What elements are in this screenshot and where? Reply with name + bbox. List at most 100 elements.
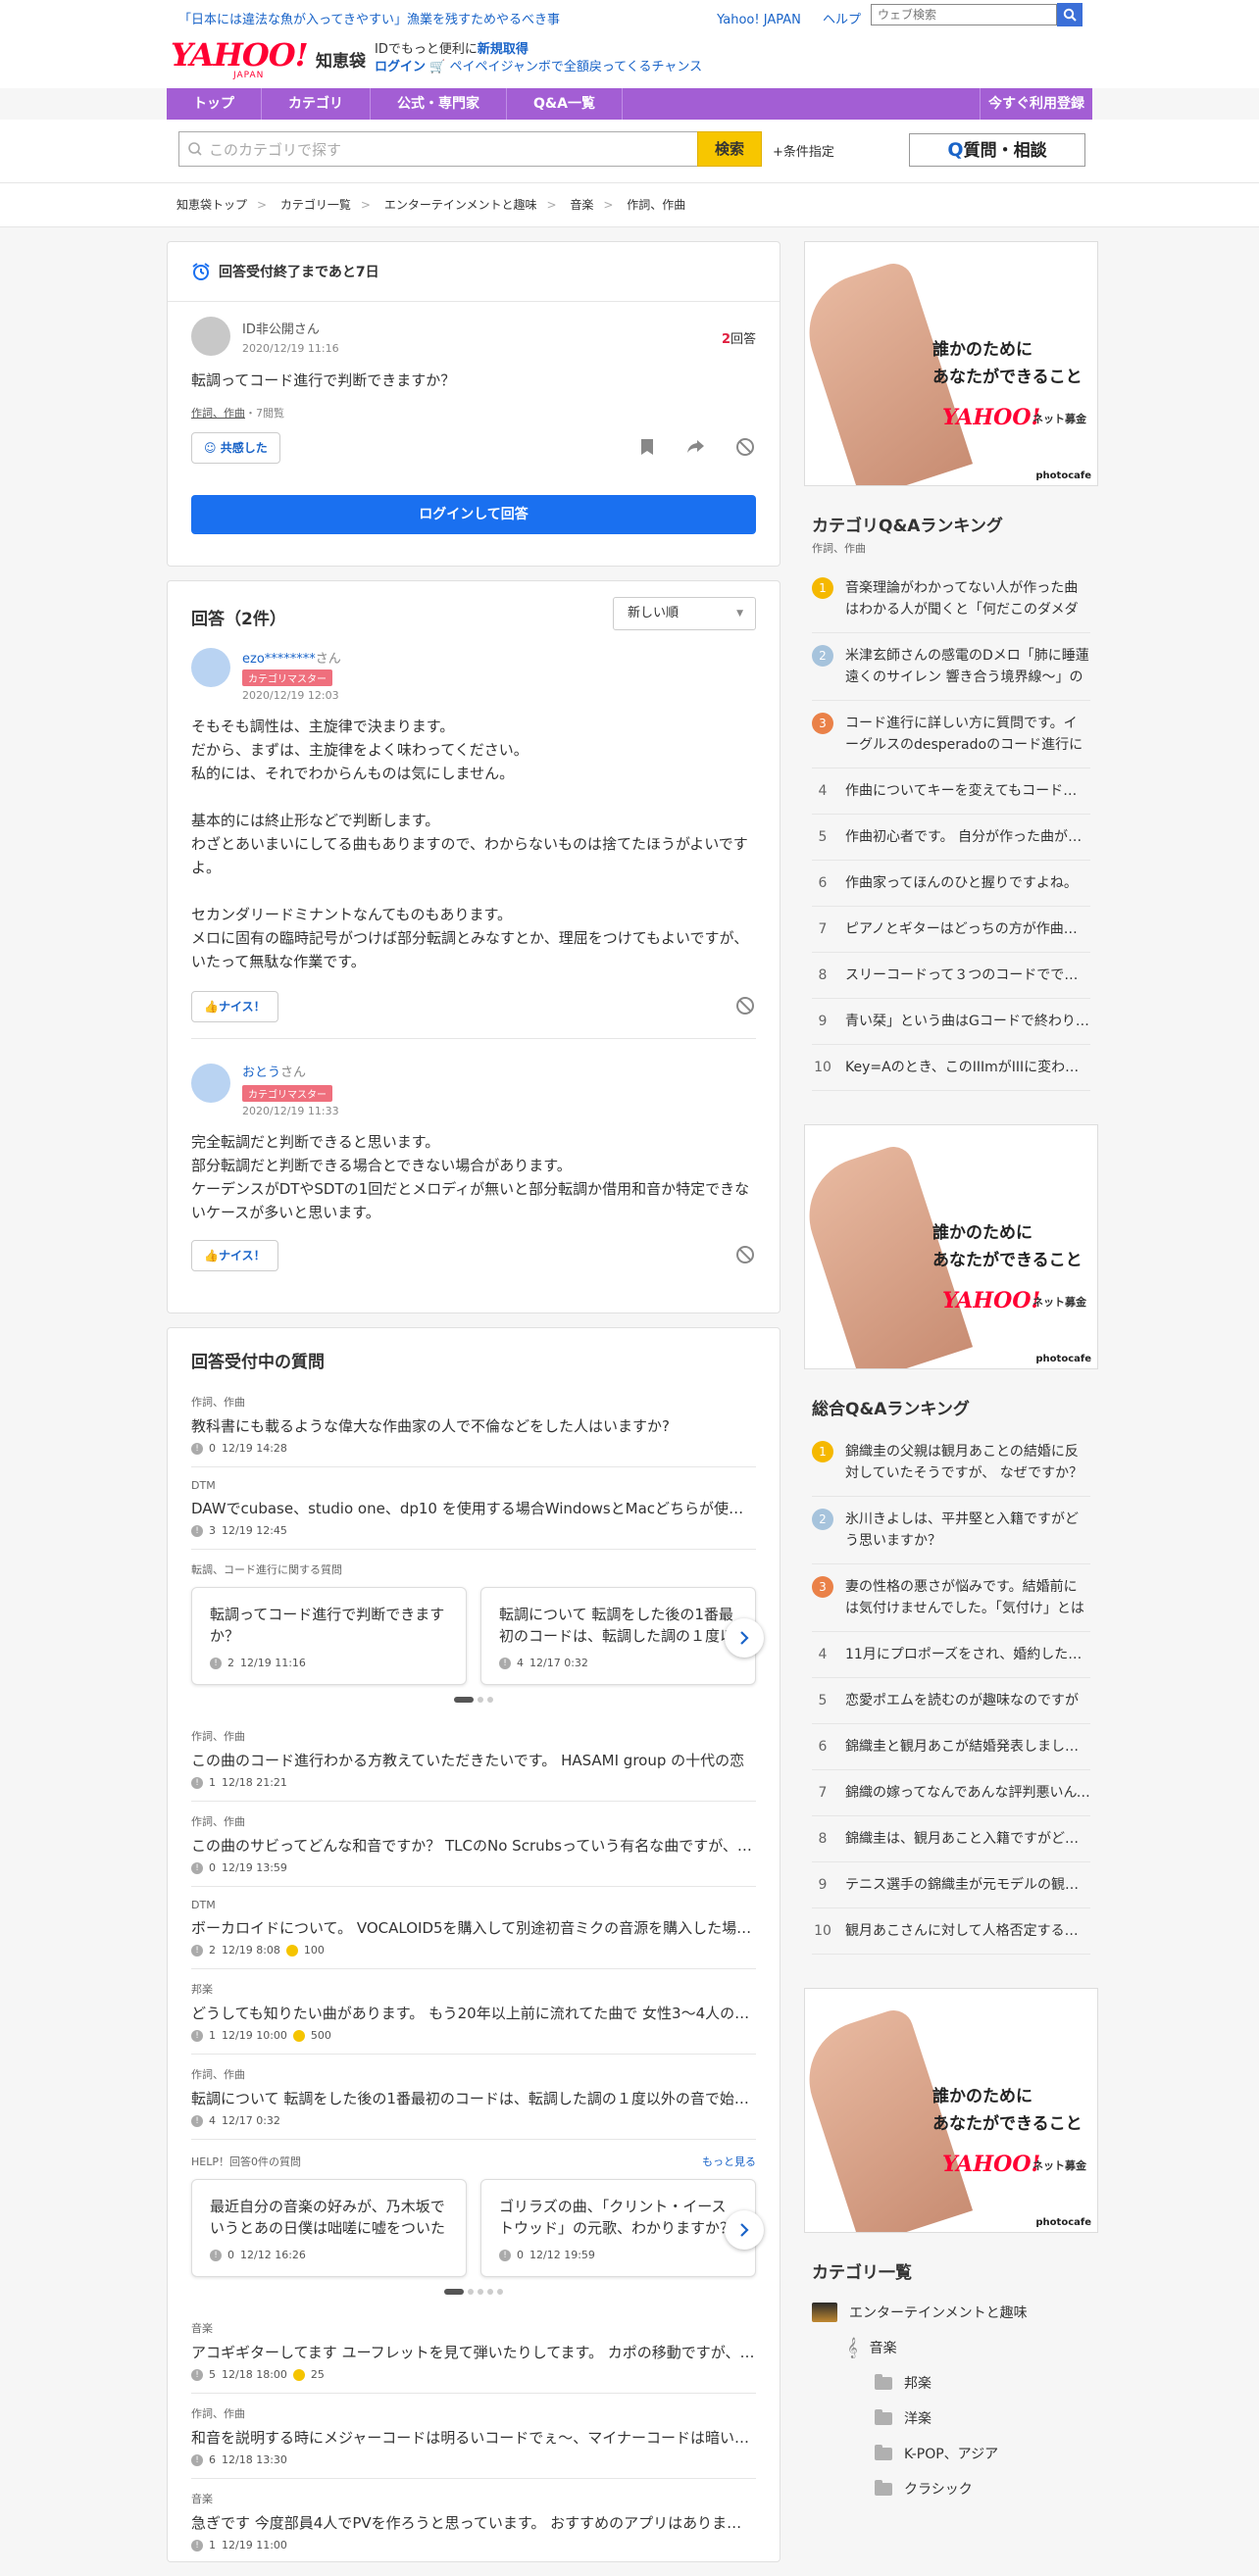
- ranking-item[interactable]: 6 錦織圭と観月あこが結婚発表しましたね: [812, 1724, 1090, 1770]
- signup-link[interactable]: 新規取得: [478, 42, 529, 57]
- ranking-item[interactable]: 10 Key=Aのとき、このIIImがIIIに変わる理由: [812, 1045, 1090, 1091]
- register-button[interactable]: 今すぐ利用登録: [980, 88, 1092, 120]
- ad-banner[interactable]: 誰かのために あなたができること YAHOO! ネット募金 photocafe: [804, 241, 1098, 486]
- ranking-item[interactable]: 5 作曲初心者です。 自分が作った曲が似てしまいます: [812, 815, 1090, 861]
- carousel-next-button[interactable]: [725, 2210, 764, 2250]
- item-date: 12/18 21:21: [222, 1776, 287, 1789]
- category-item[interactable]: クラシック: [812, 2471, 1090, 2506]
- ranking-item[interactable]: 3 妻の性格の悪さが悩みです。結婚前には気付けませんでした。「気付け」とは言わない…: [812, 1564, 1090, 1632]
- breadcrumb-item[interactable]: 作詞、作曲: [627, 198, 685, 212]
- carousel-dot[interactable]: [454, 1697, 474, 1703]
- ranking-item[interactable]: 5 恋愛ポエムを読むのが趣味なのですが: [812, 1678, 1090, 1724]
- question-category-link[interactable]: 作詞、作曲: [191, 407, 245, 420]
- question-user[interactable]: ID非公開さん: [242, 319, 320, 337]
- ranking-item[interactable]: 4 11月にプロポーズをされ、婚約したのですが: [812, 1632, 1090, 1678]
- block-icon[interactable]: [734, 995, 756, 1016]
- carousel-card[interactable]: ゴリラズの曲、「クリント・イーストウッド」の元歌、わかりますか？ ! 0 12/12…: [480, 2179, 756, 2277]
- ranking-item[interactable]: 3 コード進行に詳しい方に質問です。イーグルスのdesperadoのコード進行につ…: [812, 701, 1090, 768]
- ranking-item[interactable]: 10 観月あこさんに対して人格否定するのはおかしい: [812, 1908, 1090, 1955]
- carousel-dot[interactable]: [487, 2289, 493, 2295]
- answer-icon: !: [499, 1657, 511, 1669]
- ranking-item[interactable]: 8 錦織圭は、観月あこと入籍ですがどう思いますか: [812, 1816, 1090, 1862]
- ranking-item[interactable]: 7 錦織の嫁ってなんであんな評判悪いんですか: [812, 1770, 1090, 1816]
- top-news-link[interactable]: 「日本には違法な魚が入ってきやすい」漁業を残すためやるべき事: [178, 9, 560, 27]
- list-item[interactable]: 作詞、作曲 教科書にも載るような偉大な作曲家の人で不倫などをした人はいますか? …: [191, 1382, 756, 1467]
- carousel-dot[interactable]: [444, 2289, 464, 2295]
- carousel-card[interactable]: 転調ってコード進行で判断できますか？ ! 2 12/19 11:16: [191, 1587, 467, 1685]
- condition-link[interactable]: +条件指定: [773, 141, 834, 160]
- carousel-dot[interactable]: [497, 2289, 503, 2295]
- ranking-item[interactable]: 2 米津玄師さんの感電のDメロ「肺に睡蓮 遠くのサイレン 響き合う境界線〜」の部分…: [812, 633, 1090, 701]
- category-item[interactable]: 邦楽: [812, 2365, 1090, 2401]
- category-item[interactable]: K-POP、アジア: [812, 2436, 1090, 2471]
- nice-button[interactable]: 👍ナイス！: [191, 991, 278, 1022]
- answer-user[interactable]: おとうさん: [242, 1062, 306, 1080]
- list-item[interactable]: 作詞、作曲 この曲のコード進行わかる方教えていただきたいです。 HASAMI g…: [191, 1716, 756, 1802]
- campaign-link[interactable]: ペイペイジャンボで全額戻ってくるチャンス: [449, 60, 702, 74]
- web-search-button[interactable]: [1057, 3, 1083, 26]
- ranking-item[interactable]: 7 ピアノとギターはどっちの方が作曲に向いていますか: [812, 907, 1090, 953]
- help-link[interactable]: ヘルプ: [823, 13, 861, 27]
- more-link[interactable]: もっと見る: [702, 2154, 756, 2169]
- ranking-item[interactable]: 6 作曲家ってほんのひと握りですよね。: [812, 861, 1090, 907]
- ranking-item[interactable]: 1 錦織圭の父親は観月あことの結婚に反対していたそうですが、 なぜですか？: [812, 1429, 1090, 1497]
- category-item[interactable]: 洋楽: [812, 2401, 1090, 2436]
- yahoo-japan-link[interactable]: Yahoo! JAPAN: [717, 13, 801, 27]
- breadcrumb-item[interactable]: エンターテインメントと趣味: [384, 198, 537, 212]
- block-icon[interactable]: [734, 436, 756, 458]
- search-button[interactable]: 検索: [697, 131, 762, 167]
- share-icon[interactable]: [685, 436, 707, 458]
- ranking-item[interactable]: 9 テニス選手の錦織圭が元モデルの観月あこさんと: [812, 1862, 1090, 1908]
- list-item[interactable]: 邦楽 どうしても知りたい曲があります。 もう20年以上前に流れてた曲で 女性3〜…: [191, 1969, 756, 2055]
- nice-button[interactable]: 👍ナイス！: [191, 1240, 278, 1271]
- item-date: 12/19 12:45: [222, 1524, 287, 1537]
- list-item[interactable]: 作詞、作曲 転調について 転調をした後の1番最初のコードは、転調した調の１度以外…: [191, 2055, 756, 2140]
- answer-user[interactable]: ezo********さん: [242, 648, 341, 667]
- block-icon[interactable]: [734, 1244, 756, 1265]
- login-answer-button[interactable]: ログインして回答: [191, 495, 756, 534]
- nav-category[interactable]: カテゴリ: [262, 88, 371, 120]
- item-text: アコギギターしてます ユーフレットを見て弾いたりしてます。 カポの移動ですが、ど…: [191, 2344, 756, 2361]
- list-item[interactable]: 作詞、作曲 和音を説明する時にメジャーコードは明るいコードでぇ〜、マイナーコード…: [191, 2394, 756, 2479]
- carousel-dot[interactable]: [478, 1697, 483, 1703]
- carousel-dot[interactable]: [468, 2289, 474, 2295]
- ask-question-button[interactable]: Q質問・相談: [909, 133, 1085, 167]
- carousel-card[interactable]: 最近自分の音楽の好みが、乃木坂でいうとあの日僕は咄嗟に嘘をついたのような曲が好き…: [191, 2179, 467, 2277]
- carousel-dot[interactable]: [478, 2289, 483, 2295]
- nav-top[interactable]: トップ: [167, 88, 262, 120]
- list-item[interactable]: DTM DAWでcubase、studio one、dp10 を使用する場合Wi…: [191, 1467, 756, 1550]
- rank-text: 錦織圭と観月あこが結婚発表しましたね: [845, 1739, 1090, 1755]
- category-item-music[interactable]: 𝄞 音楽: [812, 2330, 1090, 2365]
- carousel-next-button[interactable]: [725, 1618, 764, 1658]
- ad-banner[interactable]: 誰かのために あなたができること YAHOO! ネット募金 photocafe: [804, 1124, 1098, 1369]
- rank-text: 錦織の嫁ってなんであんな評判悪いんですか: [845, 1785, 1090, 1801]
- carousel-dot[interactable]: [487, 1697, 493, 1703]
- breadcrumb-item[interactable]: カテゴリ一覧: [280, 198, 351, 212]
- category-search-input[interactable]: このカテゴリで探す: [178, 131, 698, 167]
- category-item-entertainment[interactable]: エンターテインメントと趣味: [812, 2295, 1090, 2330]
- nav-official[interactable]: 公式・専門家: [371, 88, 507, 120]
- carousel-card[interactable]: 転調について 転調をした後の1番最初のコードは、転調した調の１度以外の音で始まっ…: [480, 1587, 756, 1685]
- nav-qa-list[interactable]: Q&A一覧: [507, 88, 623, 120]
- list-item[interactable]: DTM ボーカロイドについて。 VOCALOID5を購入して別途初音ミクの音源を…: [191, 1887, 756, 1969]
- breadcrumb-item[interactable]: 音楽: [570, 198, 593, 212]
- web-search-input[interactable]: [871, 4, 1057, 25]
- list-item[interactable]: 音楽 アコギギターしてます ユーフレットを見て弾いたりしてます。 カポの移動です…: [191, 2308, 756, 2394]
- login-link[interactable]: ログイン: [375, 60, 426, 74]
- sort-select[interactable]: 新しい順 ▼: [613, 597, 756, 630]
- list-item[interactable]: 作詞、作曲 この曲のサビってどんな和音ですか？ TLCのNo Scrubsってい…: [191, 1802, 756, 1887]
- ranking-item[interactable]: 1 音楽理論がわかってない人が作った曲はわかる人が聞くと「何だこのダメダメな曲は」…: [812, 566, 1090, 633]
- bookmark-icon[interactable]: [636, 436, 658, 458]
- answers-title: 回答（2件）: [191, 610, 286, 629]
- ranking-item[interactable]: 4 作曲についてキーを変えてもコード進行の雰囲気は変わりませんか: [812, 768, 1090, 815]
- item-text: ボーカロイドについて。 VOCALOID5を購入して別途初音ミクの音源を購入した…: [191, 1919, 756, 1937]
- empathy-button[interactable]: ☺ 共感した: [191, 432, 280, 464]
- ranking-item[interactable]: 8 スリーコードって３つのコードでできてるんですか: [812, 953, 1090, 999]
- list-item[interactable]: 音楽 急ぎです 今度部員4人でPVを作ろうと思っています。 おすすめのアプリはあ…: [191, 2479, 756, 2561]
- yahoo-chiebukuro-logo[interactable]: YAHOO! JAPAN 知恵袋: [171, 39, 366, 80]
- breadcrumb-item[interactable]: 知恵袋トップ: [176, 198, 247, 212]
- ranking-item[interactable]: 2 氷川きよしは、平井堅と入籍ですがどう思いますか？: [812, 1497, 1090, 1564]
- ranking-item[interactable]: 9 青い栞」という曲はGコードで終わりますか: [812, 999, 1090, 1045]
- rank-text: 音楽理論がわかってない人が作った曲はわかる人が聞くと「何だこのダメダメな曲は」っ…: [845, 580, 1079, 618]
- ad-banner[interactable]: 誰かのために あなたができること YAHOO! ネット募金 photocafe: [804, 1988, 1098, 2233]
